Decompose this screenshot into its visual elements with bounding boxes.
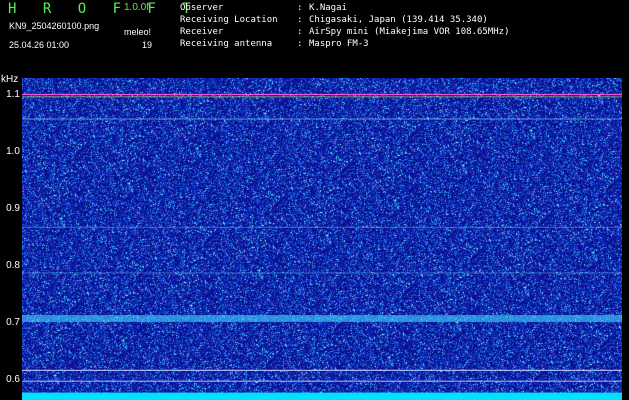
observer-label: Observer [180, 3, 224, 13]
y-tick-label: 0.7 [6, 317, 20, 329]
receiver-label: Receiver [180, 27, 224, 37]
observer-value: K.Nagai [309, 3, 347, 13]
datetime-label: 25.04.26 01:00 [9, 40, 70, 50]
site-label: meleo! [124, 27, 152, 37]
y-tick-label: 0.8 [6, 260, 20, 272]
receiver-value: AirSpy mini (Miakejima VOR 108.65MHz) [309, 27, 510, 37]
location-label: Receiving Location [180, 15, 278, 25]
info-separator: : [297, 27, 303, 37]
signal-band [22, 315, 622, 322]
y-axis-unit: kHz [1, 74, 19, 85]
spectrogram-plot [22, 78, 622, 400]
antenna-value: Maspro FM-3 [309, 39, 369, 49]
y-tick-label: 0.9 [6, 203, 20, 215]
info-separator: : [297, 3, 303, 13]
version-label: 1.0.0f [124, 2, 150, 13]
app-title: H R O F F T [8, 1, 200, 17]
carrier-band [22, 392, 622, 400]
info-separator: : [297, 15, 303, 25]
y-tick-label: 1.1 [6, 89, 20, 101]
spectral-lines [22, 93, 622, 400]
antenna-label: Receiving antenna [180, 39, 273, 49]
info-separator: : [297, 39, 303, 49]
count-label: 19 [142, 40, 153, 50]
location-value: Chigasaki, Japan (139.414 35.340) [309, 15, 488, 25]
filename-label: KN9_2504260100.png [9, 21, 100, 31]
y-tick-label: 1.0 [6, 146, 20, 158]
y-tick-label: 0.6 [6, 374, 20, 386]
